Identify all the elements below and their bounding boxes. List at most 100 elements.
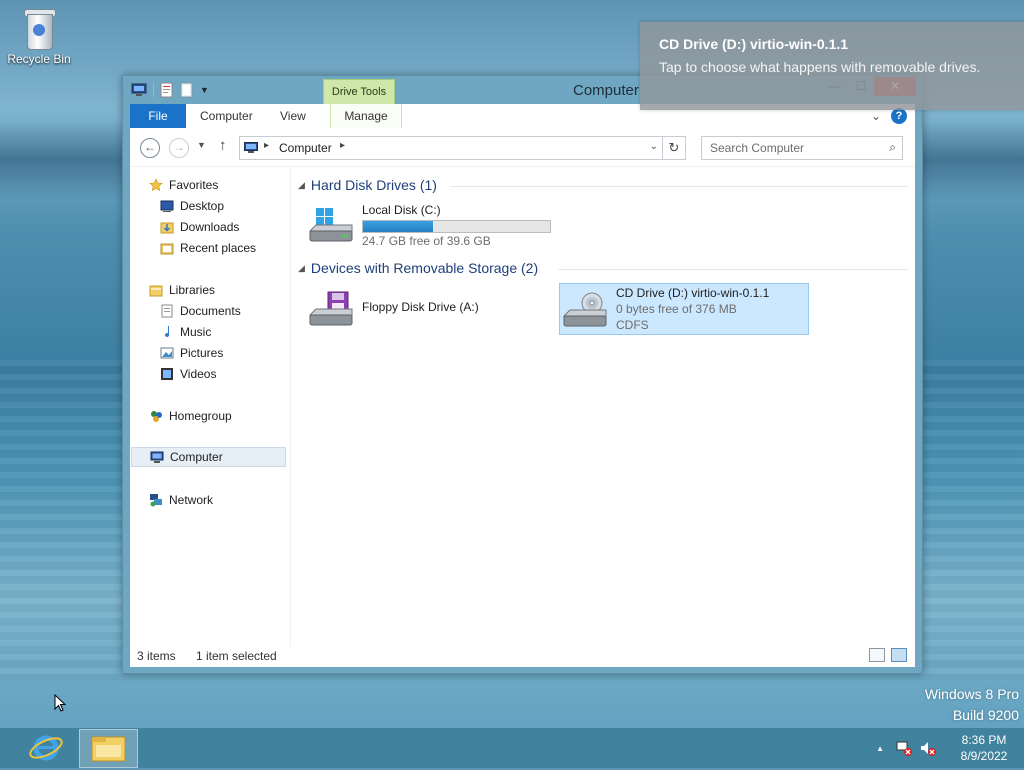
drive-tile-a[interactable]: Floppy Disk Drive (A:) <box>300 283 540 333</box>
breadcrumb-separator-icon[interactable]: ▸ <box>340 140 345 151</box>
documents-icon <box>161 304 173 318</box>
floppy-drive-icon <box>309 291 353 326</box>
nav-favorites[interactable]: Favorites <box>149 175 218 195</box>
nav-desktop[interactable]: Desktop <box>160 196 224 216</box>
nav-downloads[interactable]: Downloads <box>160 217 239 237</box>
nav-label: Favorites <box>169 178 219 192</box>
collapse-triangle-icon[interactable]: ◢ <box>298 180 305 191</box>
drive-tile-d[interactable]: CD Drive (D:) virtio-win-0.1.1 0 bytes f… <box>559 283 809 335</box>
nav-label: Libraries <box>169 283 216 297</box>
drive-usage-fill <box>363 221 434 232</box>
pane-splitter[interactable] <box>290 166 291 646</box>
explorer-window[interactable]: ▼ Drive Tools Computer — ☐ ✕ File Comput… <box>122 75 923 674</box>
nav-pictures[interactable]: Pictures <box>160 343 223 363</box>
nav-recent-places[interactable]: Recent places <box>160 238 256 258</box>
drive-tile-c[interactable]: Local Disk (C:) 24.7 GB free of 39.6 GB <box>300 199 560 249</box>
clock[interactable]: 8:36 PM 8/9/2022 <box>954 732 1014 764</box>
group-title: Hard Disk Drives (1) <box>310 177 437 193</box>
address-dropdown-chevron-icon[interactable]: ⌄ <box>650 141 658 152</box>
properties-icon[interactable] <box>160 82 174 98</box>
nav-libraries[interactable]: Libraries <box>149 280 215 300</box>
homegroup-icon <box>151 411 162 422</box>
details-view-icon[interactable] <box>869 648 885 662</box>
search-input[interactable] <box>708 140 877 156</box>
recent-locations-chevron-icon[interactable]: ▼ <box>197 140 206 150</box>
taskbar: ▲ 8:36 PM 8/9/2022 <box>0 728 1024 768</box>
desktop-icon <box>160 200 174 212</box>
nav-label: Music <box>180 325 212 339</box>
mouse-cursor-icon <box>54 694 66 712</box>
breadcrumb-separator-icon[interactable]: ▸ <box>264 140 269 151</box>
drive-name: Local Disk (C:) <box>362 203 441 217</box>
tiles-view-icon[interactable] <box>891 648 907 662</box>
collapse-triangle-icon[interactable]: ◢ <box>298 263 305 274</box>
taskbar-file-explorer[interactable] <box>79 729 138 768</box>
expand-ribbon-chevron-icon[interactable]: ⌄ <box>871 109 881 123</box>
network-status-icon[interactable] <box>896 740 912 756</box>
drive-name: Floppy Disk Drive (A:) <box>362 300 479 314</box>
search-box[interactable]: ⌕ <box>701 136 903 160</box>
group-header-hard-disk-drives[interactable]: ◢ Hard Disk Drives (1) <box>298 177 437 193</box>
window-title: Computer <box>573 82 639 99</box>
new-folder-icon[interactable] <box>180 82 194 98</box>
star-icon <box>149 178 163 192</box>
toast-title: CD Drive (D:) virtio-win-0.1.1 <box>659 36 849 52</box>
tab-computer[interactable]: Computer <box>200 104 253 128</box>
up-button[interactable]: ↑ <box>219 137 227 154</box>
nav-label: Downloads <box>180 220 240 234</box>
search-icon[interactable]: ⌕ <box>889 140 896 155</box>
videos-icon <box>161 368 173 380</box>
music-icon <box>165 326 170 338</box>
volume-muted-icon[interactable] <box>920 740 936 756</box>
nav-homegroup[interactable]: Homegroup <box>149 406 232 426</box>
recent-places-icon <box>160 243 174 255</box>
nav-documents[interactable]: Documents <box>160 301 241 321</box>
drive-file-system: CDFS <box>616 318 649 332</box>
computer-icon <box>150 451 164 463</box>
refresh-button[interactable]: ↻ <box>663 136 686 160</box>
nav-label: Homegroup <box>169 409 232 423</box>
autoplay-toast[interactable]: CD Drive (D:) virtio-win-0.1.1 Tap to ch… <box>640 22 1024 110</box>
nav-computer[interactable]: Computer <box>131 447 286 467</box>
pictures-icon <box>160 347 174 359</box>
os-watermark: Windows 8 Pro Build 9200 <box>925 684 1019 726</box>
file-explorer-icon <box>91 736 126 762</box>
nav-videos[interactable]: Videos <box>160 364 216 384</box>
nav-music[interactable]: Music <box>160 322 211 342</box>
internet-explorer-icon <box>29 735 63 761</box>
nav-label: Computer <box>170 450 223 464</box>
drive-free-space: 0 bytes free of 376 MB <box>616 302 737 316</box>
toast-message: Tap to choose what happens with removabl… <box>659 59 981 75</box>
back-button[interactable]: ← <box>140 138 160 158</box>
customize-qat-chevron-icon[interactable]: ▼ <box>200 85 209 95</box>
nav-label: Documents <box>180 304 241 318</box>
address-bar[interactable]: ▸ Computer ▸ ⌄ <box>239 136 663 160</box>
drive-usage-bar <box>362 220 551 233</box>
group-title: Devices with Removable Storage (2) <box>310 260 539 276</box>
watermark-edition: Windows 8 Pro <box>924 686 1019 702</box>
breadcrumb-computer[interactable]: Computer <box>279 141 332 155</box>
tab-manage[interactable]: Manage <box>330 104 402 128</box>
clock-date: 8/9/2022 <box>960 749 1008 763</box>
system-tray: ▲ 8:36 PM 8/9/2022 <box>876 728 1024 768</box>
nav-network[interactable]: Network <box>149 490 213 510</box>
window-computer-icon[interactable] <box>131 83 147 97</box>
taskbar-internet-explorer[interactable] <box>26 731 66 765</box>
nav-label: Recent places <box>180 241 257 255</box>
group-header-removable-storage[interactable]: ◢ Devices with Removable Storage (2) <box>298 260 538 276</box>
group-divider <box>558 269 908 270</box>
downloads-folder-icon <box>160 222 174 234</box>
drive-free-space: 24.7 GB free of 39.6 GB <box>362 234 491 248</box>
recycle-bin-desktop-icon[interactable]: Recycle Bin <box>4 6 74 66</box>
nav-label: Desktop <box>180 199 225 213</box>
cd-drive-icon <box>563 292 607 327</box>
show-hidden-icons-icon[interactable]: ▲ <box>876 744 884 753</box>
help-icon[interactable]: ? <box>891 108 907 124</box>
recycle-bin-icon <box>21 6 57 52</box>
computer-icon <box>244 142 258 153</box>
nav-label: Pictures <box>180 346 224 360</box>
local-disk-drive-icon <box>309 208 353 242</box>
tab-view[interactable]: View <box>280 104 306 128</box>
tab-file[interactable]: File <box>130 104 186 128</box>
forward-button[interactable]: → <box>169 138 189 158</box>
